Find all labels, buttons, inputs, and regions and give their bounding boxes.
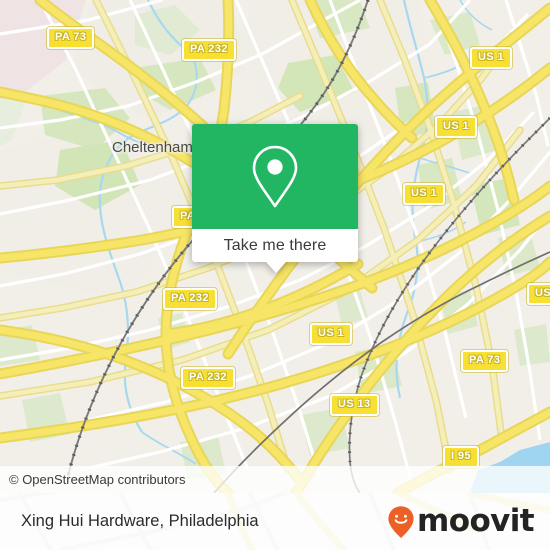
- moovit-wordmark: moovit: [417, 503, 535, 539]
- moovit-map-screenshot: Cheltenham PA 73 PA 232 US 1 US 1 US 1 P…: [0, 0, 550, 550]
- road-shield-pa-232-center[interactable]: PA 232: [163, 288, 217, 310]
- footer-bar: Xing Hui Hardware, Philadelphia moovit: [0, 493, 550, 550]
- footer-content: Xing Hui Hardware, Philadelphia moovit: [0, 493, 550, 550]
- map-canvas[interactable]: Cheltenham PA 73 PA 232 US 1 US 1 US 1 P…: [0, 0, 550, 493]
- map-pin-icon: [252, 145, 298, 207]
- callout-tail-pointer: [266, 262, 286, 273]
- road-shield-us-1-mid[interactable]: US 1: [403, 183, 446, 205]
- road-shield-us-1-ne[interactable]: US 1: [470, 47, 513, 69]
- road-shield-pa-73-se[interactable]: PA 73: [461, 350, 509, 372]
- location-title: Xing Hui Hardware, Philadelphia: [21, 512, 259, 530]
- road-shield-i-95[interactable]: I 95: [443, 446, 479, 468]
- road-shield-us-1-south[interactable]: US 1: [310, 323, 353, 345]
- attribution-text[interactable]: © OpenStreetMap contributors: [0, 472, 186, 487]
- take-me-there-label: Take me there: [223, 236, 327, 254]
- place-label-cheltenham: Cheltenham: [112, 139, 193, 156]
- moovit-smiley-pin-icon: [388, 505, 414, 538]
- road-shield-us-1-east[interactable]: US 1: [435, 116, 478, 138]
- moovit-brand-logo[interactable]: moovit: [387, 503, 535, 539]
- road-shield-us-13[interactable]: US 13: [330, 394, 379, 416]
- road-shield-us-edge[interactable]: US: [527, 283, 550, 305]
- destination-callout-card[interactable]: Take me there: [192, 124, 358, 273]
- callout-pin-area: [192, 124, 358, 229]
- road-shield-pa-73-nw[interactable]: PA 73: [47, 27, 95, 49]
- map-attribution-bar: © OpenStreetMap contributors: [0, 466, 550, 493]
- callout-action-area[interactable]: Take me there: [192, 229, 358, 262]
- road-shield-pa-232-sw[interactable]: PA 232: [181, 367, 235, 389]
- road-shield-pa-232-north[interactable]: PA 232: [182, 39, 236, 61]
